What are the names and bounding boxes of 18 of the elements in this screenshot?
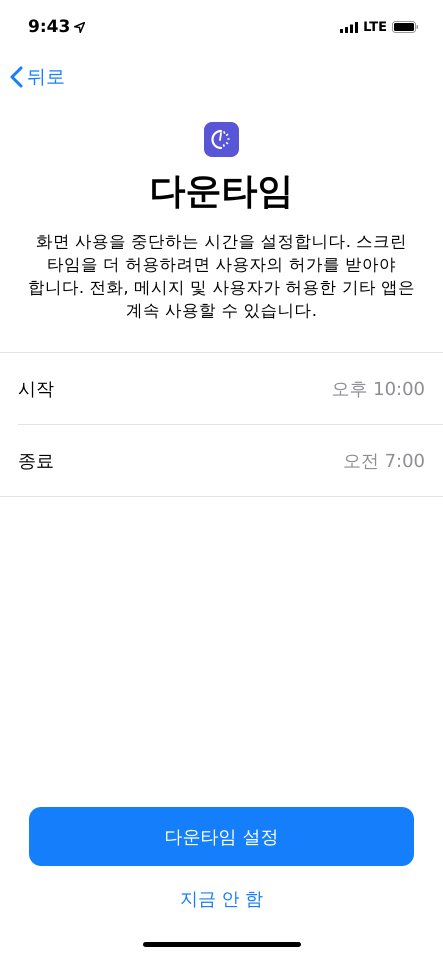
status-time: 9:43	[28, 17, 70, 37]
row-value: 오전 7:00	[342, 450, 425, 472]
description-text: 화면 사용을 중단하는 시간을 설정합니다. 스크린 타임을 더 허용하려면 사용자의 허가를 받아야 합니다. 전화, 메시지 및 사용자가 허용한 기타 앱은 계속 사용할 수 있습니다.	[26, 231, 416, 322]
location-arrow-icon	[74, 22, 86, 32]
chevron-left-icon	[10, 66, 23, 88]
row-label: 종료	[18, 450, 54, 472]
page-title: 다운타임	[148, 170, 294, 214]
row-value: 오후 10:00	[331, 378, 425, 400]
set-downtime-button[interactable]: 다운타임 설정	[29, 807, 414, 866]
downtime-app-icon	[204, 122, 239, 157]
battery-icon	[392, 21, 419, 33]
time-row[interactable]: 종료 오전 7:00	[0, 425, 443, 497]
back-button[interactable]: 뒤로	[10, 64, 65, 90]
row-label: 시작	[18, 378, 54, 400]
network-label: LTE	[363, 20, 387, 34]
signal-icon	[340, 22, 358, 32]
not-now-button[interactable]: 지금 안 함	[174, 886, 270, 912]
time-row[interactable]: 시작 오후 10:00	[18, 353, 443, 425]
